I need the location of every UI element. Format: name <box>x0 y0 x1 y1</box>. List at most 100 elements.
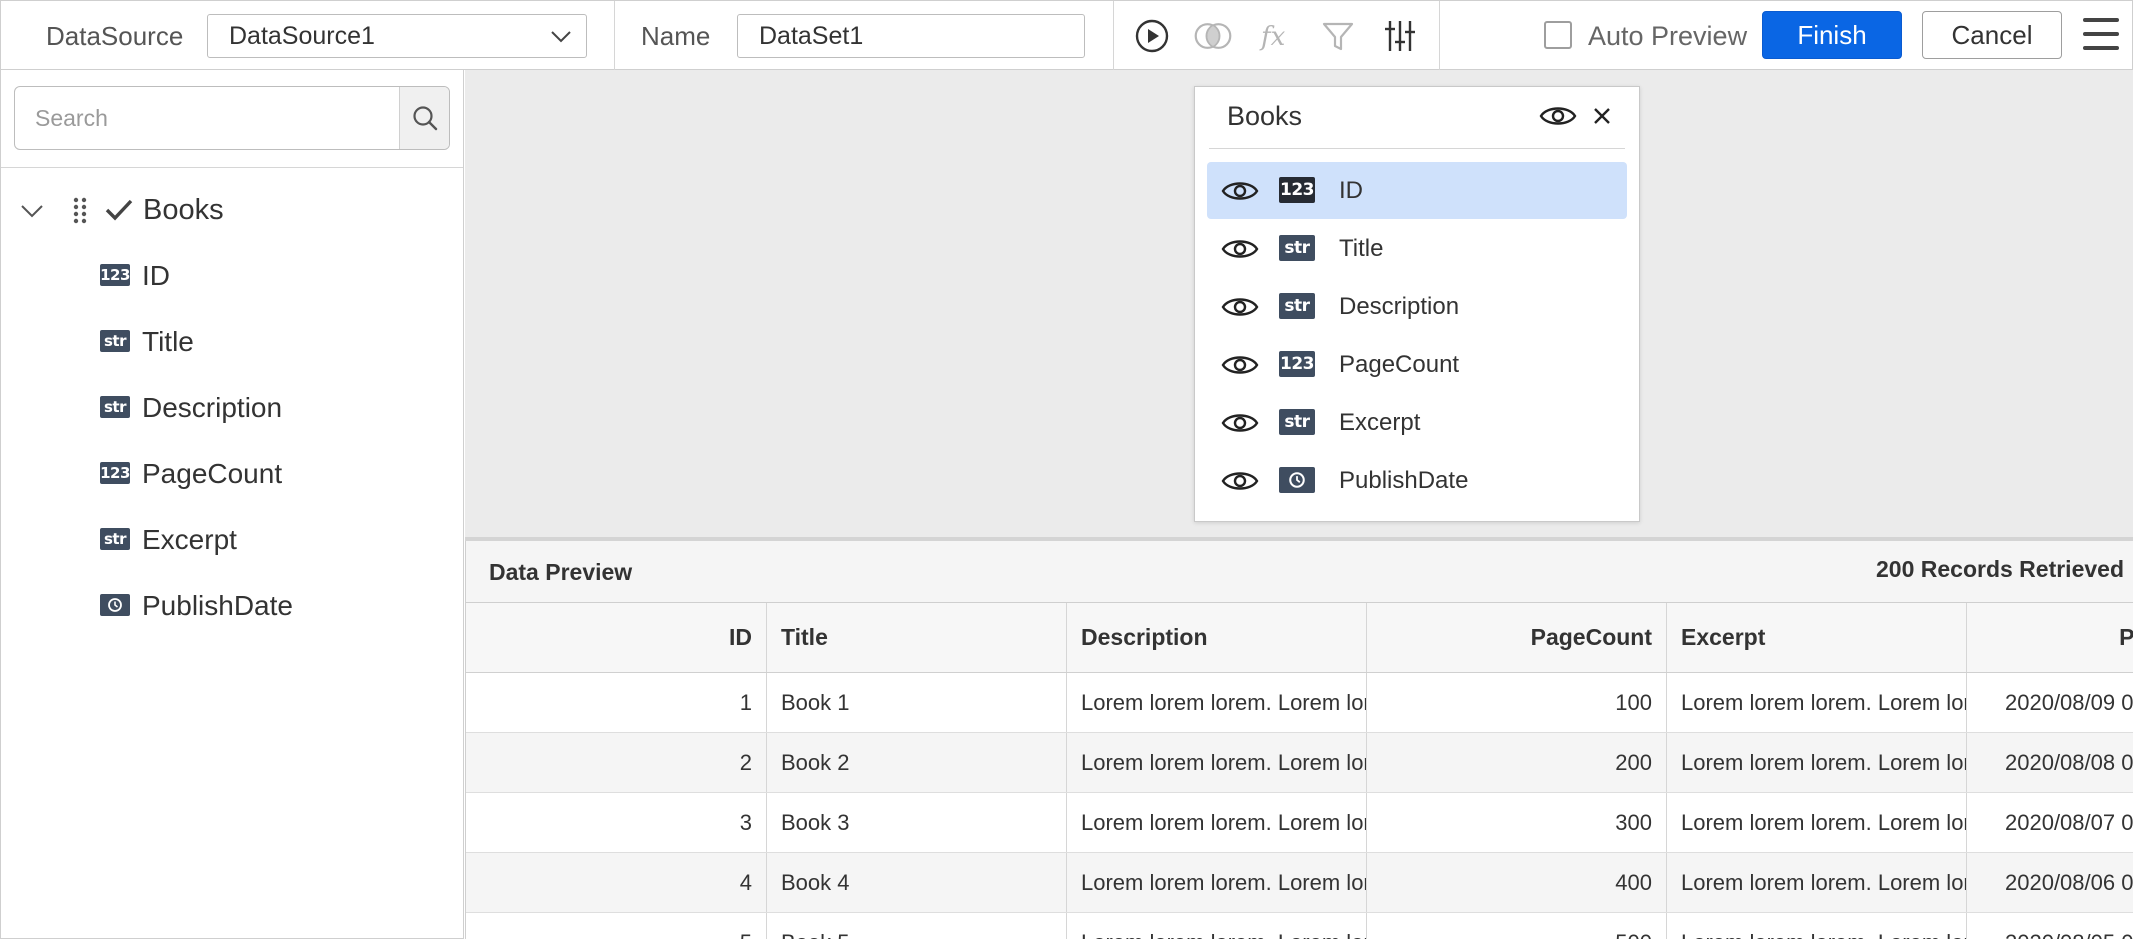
field-label: Description <box>142 392 283 423</box>
table-cell: Lorem lorem lorem. Lorem lorem lorem. <box>1067 733 1367 792</box>
card-divider <box>1209 148 1625 149</box>
tree-node-books[interactable]: Books <box>1 184 463 236</box>
chevron-down-icon[interactable] <box>19 198 45 224</box>
data-grid[interactable]: ID Title Description PageCount Excerpt P… <box>466 603 2133 939</box>
card-title: Books <box>1227 101 1303 131</box>
table-cell: Lorem lorem lorem. Lorem lorem lorem. <box>1667 673 1967 732</box>
cancel-button[interactable]: Cancel <box>1922 11 2062 59</box>
table-cell: 4 <box>466 853 767 912</box>
eye-icon[interactable] <box>1221 176 1259 206</box>
data-preview-header: Data Preview 200 Records Retrieved <box>466 541 2133 603</box>
tree-field-description[interactable]: str Description <box>1 382 463 434</box>
svg-text:fx: fx <box>1259 22 1286 52</box>
card-field-excerpt[interactable]: str Excerpt <box>1207 394 1627 451</box>
column-header[interactable]: Title <box>767 603 1067 672</box>
table-cell: 500 <box>1367 913 1667 939</box>
column-header[interactable]: PageCount <box>1367 603 1667 672</box>
card-field-title[interactable]: str Title <box>1207 220 1627 277</box>
column-header[interactable]: Excerpt <box>1667 603 1967 672</box>
field-label: Excerpt <box>142 524 237 555</box>
finish-button[interactable]: Finish <box>1762 11 1902 59</box>
tree-field-title[interactable]: str Title <box>1 316 463 368</box>
string-type-icon: str <box>100 396 130 418</box>
search-placeholder: Search <box>35 105 108 131</box>
table-cell: 2020/08/05 00:00:00 <box>1967 913 2133 939</box>
table-cell: 2020/08/08 00:00:00 <box>1967 733 2133 792</box>
chevron-down-icon <box>551 31 571 43</box>
tree-field-pagecount[interactable]: 123 PageCount <box>1 448 463 500</box>
field-label: PageCount <box>1339 351 1460 378</box>
data-preview-title: Data Preview <box>489 559 633 585</box>
table-cell: Book 1 <box>767 673 1067 732</box>
table-cell: 2020/08/09 00:00:00 <box>1967 673 2133 732</box>
table-cell: 2020/08/06 00:00:00 <box>1967 853 2133 912</box>
card-field-pagecount[interactable]: 123 PageCount <box>1207 336 1627 393</box>
field-label: PageCount <box>142 458 283 489</box>
eye-icon[interactable] <box>1221 408 1259 438</box>
toolbar: DataSource DataSource1 Name DataSet1 fx … <box>0 0 2133 71</box>
string-type-icon: str <box>100 528 130 550</box>
eye-icon[interactable] <box>1221 350 1259 380</box>
card-field-id[interactable]: 123 ID <box>1207 162 1627 219</box>
table-cell: Lorem lorem lorem. Lorem lorem lorem. <box>1667 853 1967 912</box>
filter-icon[interactable] <box>1318 16 1358 56</box>
table-row[interactable]: 5 Book 5 Lorem lorem lorem. Lorem lorem … <box>466 913 2133 939</box>
string-type-icon: str <box>100 330 130 352</box>
tree-field-id[interactable]: 123 ID <box>1 250 463 302</box>
eye-icon[interactable] <box>1221 466 1259 496</box>
table-row[interactable]: 1 Book 1 Lorem lorem lorem. Lorem lorem … <box>466 673 2133 733</box>
toolbar-divider <box>1113 1 1114 71</box>
auto-preview-checkbox[interactable] <box>1544 21 1572 49</box>
table-cell: Lorem lorem lorem. Lorem lorem lorem. <box>1667 793 1967 852</box>
number-type-icon: 123 <box>1279 351 1315 377</box>
eye-icon[interactable] <box>1539 101 1577 131</box>
drag-handle-icon[interactable] <box>72 196 88 224</box>
join-icon[interactable] <box>1193 16 1233 56</box>
date-type-icon <box>1279 467 1315 493</box>
card-field-publishdate[interactable]: PublishDate <box>1207 452 1627 509</box>
table-cell: 3 <box>466 793 767 852</box>
column-header[interactable]: Description <box>1067 603 1367 672</box>
field-label: Excerpt <box>1339 409 1421 436</box>
close-icon[interactable] <box>1591 105 1613 127</box>
name-label: Name <box>641 21 711 51</box>
number-type-icon: 123 <box>100 264 130 286</box>
table-card-books[interactable]: Books 123 ID str Title str Description 1… <box>1194 86 1640 522</box>
table-row[interactable]: 2 Book 2 Lorem lorem lorem. Lorem lorem … <box>466 733 2133 793</box>
tree-field-publishdate[interactable]: PublishDate <box>1 580 463 632</box>
field-label: ID <box>1339 177 1363 204</box>
table-cell: Book 2 <box>767 733 1067 792</box>
table-row[interactable]: 3 Book 3 Lorem lorem lorem. Lorem lorem … <box>466 793 2133 853</box>
table-cell: Lorem lorem lorem. Lorem lorem lorem. <box>1667 733 1967 792</box>
datasource-value: DataSource1 <box>229 22 375 50</box>
search-input[interactable]: Search <box>14 86 450 150</box>
table-row[interactable]: 4 Book 4 Lorem lorem lorem. Lorem lorem … <box>466 853 2133 913</box>
auto-preview-label: Auto Preview <box>1588 21 1748 51</box>
eye-icon[interactable] <box>1221 234 1259 264</box>
field-label: Title <box>1339 235 1384 262</box>
field-label: Description <box>1339 293 1460 320</box>
datasource-dropdown[interactable]: DataSource1 <box>207 14 587 58</box>
check-icon[interactable] <box>104 197 134 223</box>
search-button[interactable] <box>399 87 449 149</box>
string-type-icon: str <box>1279 409 1315 435</box>
datasource-label: DataSource <box>46 21 184 51</box>
column-header[interactable]: ID <box>466 603 767 672</box>
dataset-name-input[interactable]: DataSet1 <box>737 14 1085 58</box>
column-header[interactable]: PublishDate <box>1967 603 2133 672</box>
card-field-description[interactable]: str Description <box>1207 278 1627 335</box>
table-cell: 5 <box>466 913 767 939</box>
tree-field-excerpt[interactable]: str Excerpt <box>1 514 463 566</box>
dataset-name-value: DataSet1 <box>759 22 864 50</box>
date-type-icon <box>100 594 130 616</box>
settings-sliders-icon[interactable] <box>1380 16 1420 56</box>
string-type-icon: str <box>1279 293 1315 319</box>
eye-icon[interactable] <box>1221 292 1259 322</box>
run-icon[interactable] <box>1132 16 1172 56</box>
menu-icon[interactable] <box>2081 15 2123 55</box>
expression-icon[interactable]: fx <box>1256 16 1296 56</box>
table-cell: Lorem lorem lorem. Lorem lorem lorem. <box>1067 913 1367 939</box>
panel-divider <box>1 167 463 168</box>
table-cell: Book 3 <box>767 793 1067 852</box>
table-cell: 2020/08/07 00:00:00 <box>1967 793 2133 852</box>
